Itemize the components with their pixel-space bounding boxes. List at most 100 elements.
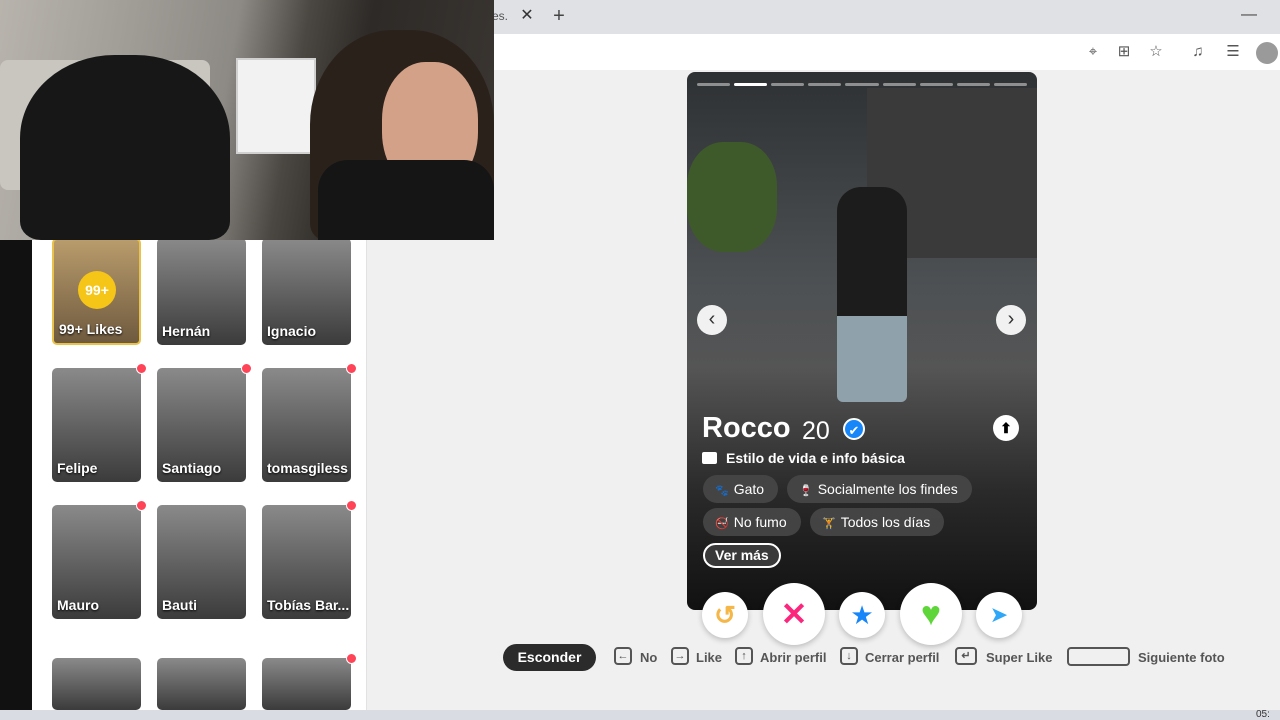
- match-name: tomasgiless: [267, 460, 348, 476]
- profile-age: 20: [802, 417, 830, 445]
- likes-card-label: 99+ Likes: [59, 321, 123, 337]
- prev-photo-button[interactable]: ‹: [697, 305, 727, 335]
- match-card[interactable]: Santiago: [157, 368, 246, 482]
- new-match-dot: [346, 653, 357, 664]
- shortcut-label: Super Like: [986, 650, 1053, 665]
- space-key-icon: [1067, 647, 1130, 666]
- chip-label: Socialmente los findes: [817, 481, 958, 497]
- verified-icon: ✔: [843, 418, 865, 440]
- star-icon[interactable]: ☆: [1145, 42, 1167, 62]
- photo-progress-bar[interactable]: [919, 83, 953, 86]
- match-name: Mauro: [57, 597, 99, 613]
- match-name: Hernán: [162, 323, 211, 339]
- new-tab-button[interactable]: +: [548, 4, 570, 28]
- photo-progress-bar[interactable]: [845, 83, 879, 86]
- enter-key-icon: ↵: [955, 647, 977, 665]
- webcam-person-left: [20, 55, 230, 240]
- hide-shortcuts-button[interactable]: Esconder: [503, 644, 596, 671]
- taskbar-clock: 05:: [1256, 709, 1270, 720]
- rewind-icon: ↺: [714, 600, 736, 630]
- match-card[interactable]: Hernán: [157, 238, 246, 345]
- new-match-dot: [136, 363, 147, 374]
- new-match-dot: [241, 363, 252, 374]
- photo-progress-bar[interactable]: [697, 83, 731, 86]
- location-icon[interactable]: ⌖: [1082, 42, 1104, 62]
- shortcut-label: Like: [696, 650, 723, 665]
- chip-smoking: 🚭 No fumo: [703, 508, 801, 536]
- taskbar: [0, 710, 1280, 720]
- photo-progress-bar[interactable]: [808, 83, 842, 86]
- left-arrow-key-icon: ←: [614, 647, 632, 665]
- photo-progress-bar[interactable]: [771, 83, 805, 86]
- new-match-dot: [346, 363, 357, 374]
- boost-icon: ➤: [989, 602, 1009, 627]
- next-photo-button[interactable]: ›: [996, 305, 1026, 335]
- lifestyle-icon: [702, 452, 717, 464]
- chip-workout: 🏋 Todos los días: [810, 508, 945, 536]
- webcam-overlay: [0, 0, 494, 240]
- media-icon[interactable]: ♫: [1187, 42, 1209, 62]
- like-button[interactable]: ♥: [900, 583, 962, 645]
- paw-icon: 🐾: [715, 485, 729, 497]
- match-name: Felipe: [57, 460, 98, 476]
- super-like-button[interactable]: ★: [839, 592, 885, 638]
- reading-list-icon[interactable]: ☰: [1222, 42, 1244, 62]
- match-name: Ignacio: [267, 323, 317, 339]
- rewind-button[interactable]: ↺: [702, 592, 748, 638]
- right-arrow-key-icon: →: [671, 647, 689, 665]
- see-more-button[interactable]: Ver más: [703, 543, 781, 568]
- shortcut-label: Abrir perfil: [760, 650, 827, 665]
- no-smoking-icon: 🚭: [715, 518, 729, 530]
- match-card[interactable]: [157, 658, 246, 710]
- open-profile-button[interactable]: ⬆: [993, 415, 1019, 441]
- like-icon: ♥: [920, 595, 942, 633]
- shortcut-label: Cerrar perfil: [865, 650, 940, 665]
- match-card[interactable]: tomasgiless: [262, 368, 351, 482]
- lifestyle-heading: Estilo de vida e info básica: [726, 450, 905, 466]
- webcam-shelf: [236, 58, 316, 154]
- match-card[interactable]: [52, 658, 141, 710]
- photo-person: [837, 187, 907, 402]
- photo-progress-bar[interactable]: [956, 83, 990, 86]
- match-name: Bauti: [162, 597, 197, 613]
- photo-progress-bar[interactable]: [993, 83, 1027, 86]
- dumbbell-icon: 🏋: [822, 518, 836, 530]
- match-card[interactable]: Tobías Bar...: [262, 505, 351, 619]
- match-card[interactable]: Felipe: [52, 368, 141, 482]
- down-arrow-key-icon: ↓: [840, 647, 858, 665]
- nope-icon: ✕: [780, 596, 808, 632]
- boost-button[interactable]: ➤: [976, 592, 1022, 638]
- new-match-dot: [136, 500, 147, 511]
- chip-drinking: 🍷 Socialmente los findes: [787, 475, 972, 503]
- shortcut-label: Siguiente foto: [1138, 650, 1225, 665]
- super-like-icon: ★: [850, 600, 874, 630]
- photo-progress-bar[interactable]: [882, 83, 916, 86]
- profile-name: Rocco: [702, 412, 791, 444]
- webcam-body: [318, 160, 494, 240]
- apps-icon[interactable]: ⊞: [1113, 42, 1135, 62]
- drink-icon: 🍷: [799, 485, 813, 497]
- browser-tab[interactable]: es. ✕: [488, 0, 544, 34]
- nope-button[interactable]: ✕: [763, 583, 825, 645]
- minimize-button[interactable]: —: [1238, 3, 1260, 27]
- chip-label: Gato: [733, 481, 765, 497]
- new-match-dot: [346, 500, 357, 511]
- up-arrow-key-icon: ↑: [735, 647, 753, 665]
- match-name: Santiago: [162, 460, 222, 476]
- likes-badge: 99+: [78, 271, 116, 309]
- match-card[interactable]: Ignacio: [262, 238, 351, 345]
- chip-pets: 🐾 Gato: [703, 475, 779, 503]
- match-card[interactable]: [262, 658, 351, 710]
- profile-icon[interactable]: [1256, 42, 1278, 64]
- match-name: Tobías Bar...: [267, 597, 350, 613]
- match-card[interactable]: Mauro: [52, 505, 141, 619]
- tab-close-icon[interactable]: ✕: [518, 6, 536, 26]
- photo-progress-bar[interactable]: [734, 83, 768, 86]
- match-card[interactable]: Bauti: [157, 505, 246, 619]
- profile-card[interactable]: ‹ › ⬆ Rocco 20 ✔ Estilo de vida e info b…: [687, 72, 1037, 610]
- matches-panel: 99+ 99+ Likes Hernán Ignacio Felipe Sant…: [32, 238, 367, 710]
- chip-label: No fumo: [733, 514, 787, 530]
- likes-card[interactable]: 99+ 99+ Likes: [52, 238, 141, 345]
- tab-title: es.: [492, 9, 509, 23]
- shortcut-label: No: [640, 650, 658, 665]
